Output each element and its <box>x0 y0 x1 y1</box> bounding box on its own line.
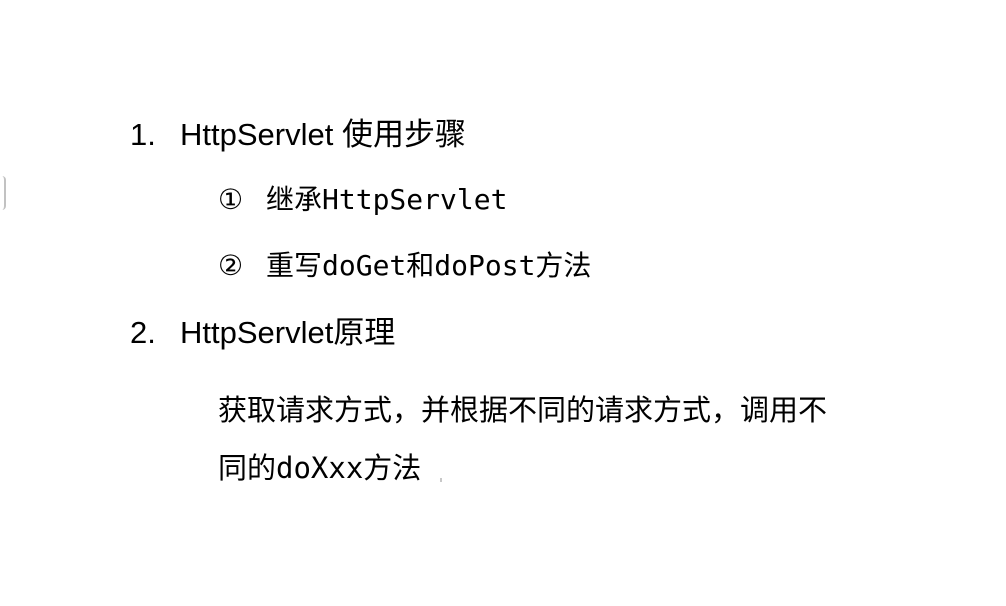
edge-marker <box>0 176 6 210</box>
item-2-heading: 2. HttpServlet原理 <box>130 313 395 353</box>
slide: 1. HttpServlet 使用步骤 ① 继承HttpServlet ② 重写doG… <box>0 0 1006 606</box>
item-2-title: HttpServlet原理 <box>180 315 396 350</box>
description-line-1: 获取请求方式，并根据不同的请求方式，调用不 <box>218 393 828 427</box>
step-2-marker: ② <box>218 249 244 282</box>
item-2-number: 2. <box>130 315 156 350</box>
item-1-number: 1. <box>130 117 156 152</box>
description-line-2: 同的doXxx方法 <box>218 451 422 485</box>
step-2-text: 重写doGet和doPost方法 <box>266 249 592 282</box>
stray-dot <box>440 478 442 482</box>
item-1-title: HttpServlet 使用步骤 <box>180 117 466 152</box>
step-1-marker: ① <box>218 183 244 216</box>
step-2: ② 重写doGet和doPost方法 <box>218 247 591 285</box>
item-1-heading: 1. HttpServlet 使用步骤 <box>130 115 466 155</box>
step-1-text: 继承HttpServlet <box>266 183 508 216</box>
item-2-description: 获取请求方式，并根据不同的请求方式，调用不 同的doXxx方法 <box>218 381 918 497</box>
step-1: ① 继承HttpServlet <box>218 181 507 219</box>
